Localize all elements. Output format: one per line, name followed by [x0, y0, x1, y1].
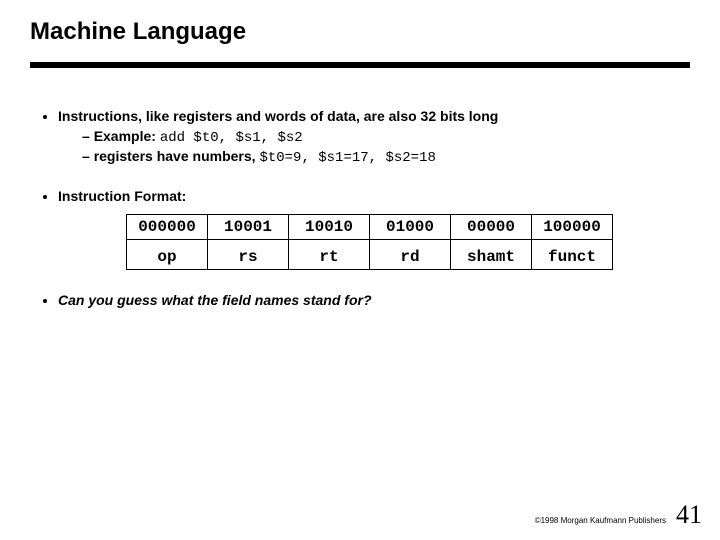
bullet-1-sub2-code: $t0=9, $s1=17, $s2=18 [259, 150, 435, 166]
bullet-1: Instructions, like registers and words o… [58, 108, 690, 166]
cell-funct-bits: 100000 [532, 215, 613, 240]
cell-rt-bits: 10010 [289, 215, 370, 240]
bullet-1-sub1-code: add $t0, $s1, $s2 [160, 130, 303, 146]
cell-rd-bits: 01000 [370, 215, 451, 240]
cell-rs-label: rs [208, 240, 289, 270]
cell-op-label: op [127, 240, 208, 270]
bullet-1-sublist: Example: add $t0, $s1, $s2 registers hav… [58, 128, 690, 166]
cell-shamt-bits: 00000 [451, 215, 532, 240]
copyright-text: ©1998 Morgan Kaufmann Publishers [535, 516, 666, 525]
page-number: 41 [676, 500, 702, 530]
footer: ©1998 Morgan Kaufmann Publishers 41 [535, 500, 702, 530]
slide-title: Machine Language [30, 18, 690, 56]
bullet-3-text: Can you guess what the field names stand… [58, 292, 372, 308]
slide: Machine Language Instructions, like regi… [0, 0, 720, 540]
table-row: 000000 10001 10010 01000 00000 100000 [127, 215, 613, 240]
bullet-2: Instruction Format: 000000 10001 10010 0… [58, 188, 690, 270]
bullet-3: Can you guess what the field names stand… [58, 292, 690, 308]
bullet-1-sub1: Example: add $t0, $s1, $s2 [82, 128, 690, 146]
cell-shamt-label: shamt [451, 240, 532, 270]
bullet-1-text: Instructions, like registers and words o… [58, 108, 498, 124]
bullet-1-sub2: registers have numbers, $t0=9, $s1=17, $… [82, 148, 690, 166]
cell-op-bits: 000000 [127, 215, 208, 240]
cell-rt-label: rt [289, 240, 370, 270]
format-table: 000000 10001 10010 01000 00000 100000 op… [126, 214, 613, 270]
cell-rd-label: rd [370, 240, 451, 270]
title-rule [30, 62, 690, 68]
bullet-1-sub2-prefix: registers have numbers, [94, 148, 260, 164]
cell-rs-bits: 10001 [208, 215, 289, 240]
table-row: op rs rt rd shamt funct [127, 240, 613, 270]
bullet-2-text: Instruction Format: [58, 188, 186, 204]
cell-funct-label: funct [532, 240, 613, 270]
instruction-format-table: 000000 10001 10010 01000 00000 100000 op… [126, 214, 690, 270]
bullet-list: Instructions, like registers and words o… [30, 108, 690, 308]
bullet-1-sub1-prefix: Example: [94, 128, 160, 144]
